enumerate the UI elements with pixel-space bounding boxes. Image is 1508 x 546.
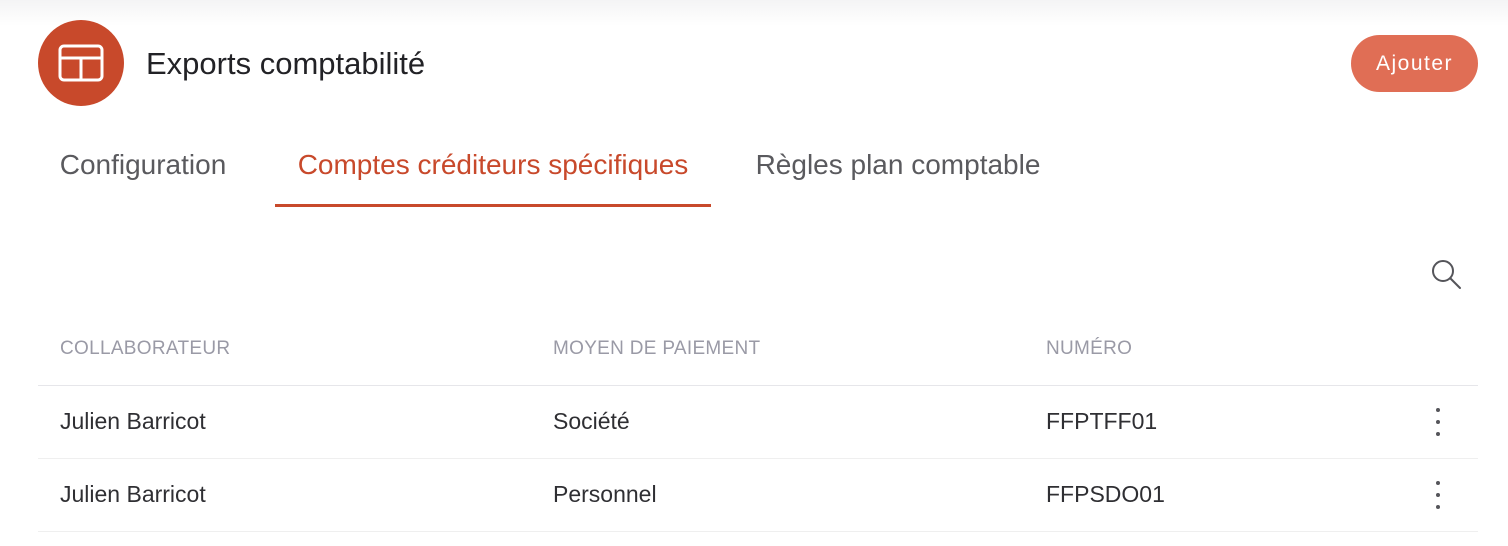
column-header-numero[interactable]: NUMÉRO [1046,338,1132,360]
page: Exports comptabilité Ajouter Configurati… [0,0,1508,546]
column-header-collaborateur[interactable]: COLLABORATEUR [60,338,230,360]
creditor-accounts-table: COLLABORATEUR MOYEN DE PAIEMENT NUMÉRO J… [38,318,1478,532]
table-row[interactable]: Julien Barricot Société FFPTFF01 [38,386,1478,459]
active-tab-indicator [275,204,711,207]
cell-collaborateur: Julien Barricot [60,481,206,507]
layout-panel-icon [38,20,124,106]
more-vertical-icon[interactable] [1428,481,1448,509]
tab-configuration[interactable]: Configuration [52,132,234,204]
cell-moyen-de-paiement: Personnel [553,481,657,507]
column-header-moyen-de-paiement[interactable]: MOYEN DE PAIEMENT [553,338,760,360]
table-row[interactable]: Julien Barricot Personnel FFPSDO01 [38,459,1478,532]
more-vertical-icon[interactable] [1428,408,1448,436]
cell-collaborateur: Julien Barricot [60,408,206,434]
cell-numero: FFPTFF01 [1046,408,1158,434]
cell-moyen-de-paiement: Société [553,408,630,434]
page-title: Exports comptabilité [146,46,426,81]
tab-regles-plan-comptable[interactable]: Règles plan comptable [752,132,1044,204]
tab-comptes-crediteurs-specifiques[interactable]: Comptes créditeurs spécifiques [275,132,711,204]
table-header: COLLABORATEUR MOYEN DE PAIEMENT NUMÉRO [38,318,1478,386]
layout-panel-icon-graphic [58,44,104,82]
cell-numero: FFPSDO01 [1046,481,1165,507]
search-icon[interactable] [1430,258,1464,292]
tab-bar: Configuration Comptes créditeurs spécifi… [0,132,1508,208]
add-button[interactable]: Ajouter [1351,35,1478,92]
